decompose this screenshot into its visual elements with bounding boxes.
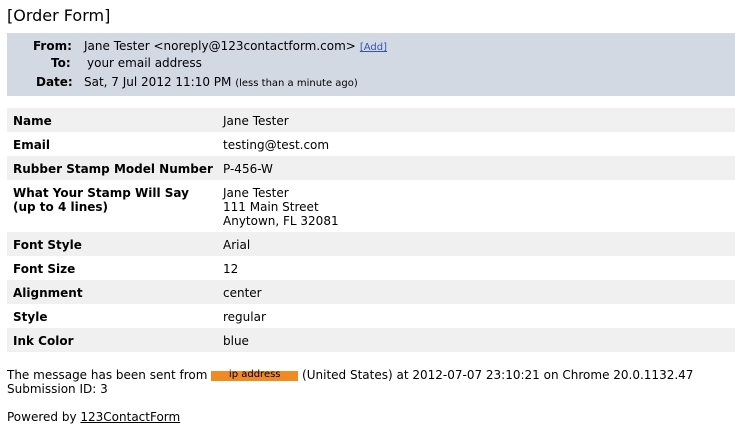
field-name: Alignment [13,286,83,300]
from-address: Jane Tester <noreply@123contactform.com> [84,39,356,53]
field-value: center [223,286,262,300]
sent-prefix: The message has been sent from [7,368,208,382]
field-value: Jane Tester 111 Main Street Anytown, FL … [223,186,339,228]
date-label: Date: [36,75,73,89]
powered-by: Powered by 123ContactForm [7,410,180,424]
from-row: From: Jane Tester <noreply@123contactfor… [7,39,735,56]
ip-address-badge: ip address [211,370,299,381]
from-value: Jane Tester <noreply@123contactform.com>… [84,39,387,53]
field-value: testing@test.com [223,138,330,152]
field-name: Name [13,114,52,128]
field-name: Email [13,138,51,152]
field-name: Style [13,310,48,324]
field-value: Arial [223,238,251,252]
field-value: regular [223,310,266,324]
field-row: Ink Color blue [7,328,735,352]
powered-prefix: Powered by [7,410,77,424]
field-value: Jane Tester [223,114,289,128]
field-name: What Your Stamp Will Say (up to 4 lines) [13,186,189,214]
field-row: Style regular [7,304,735,328]
date-value: Sat, 7 Jul 2012 11:10 PM (less than a mi… [84,75,358,89]
to-label: To: [51,56,71,70]
powered-by-link[interactable]: 123ContactForm [80,410,180,424]
date-row: Date: Sat, 7 Jul 2012 11:10 PM (less tha… [7,75,735,92]
field-name: Ink Color [13,334,74,348]
field-name: Rubber Stamp Model Number [13,162,213,176]
field-row: Email testing@test.com [7,132,735,156]
field-row: Font Style Arial [7,232,735,256]
to-value: your email address [87,56,202,70]
field-row: Name Jane Tester [7,108,735,132]
sent-info: The message has been sent from ip addres… [7,368,693,382]
from-label: From: [33,39,72,53]
add-contact-link[interactable]: [Add] [360,42,387,53]
field-row: Font Size 12 [7,256,735,280]
date-text: Sat, 7 Jul 2012 11:10 PM [84,75,232,89]
email-header: From: Jane Tester <noreply@123contactfor… [7,33,735,96]
to-row: To: your email address [7,56,735,73]
field-row: What Your Stamp Will Say (up to 4 lines)… [7,180,735,232]
form-fields-table: Name Jane Tester Email testing@test.com Rubb… [7,108,735,352]
field-row: Alignment center [7,280,735,304]
field-name: Font Size [13,262,76,276]
date-relative: (less than a minute ago) [235,78,358,89]
field-value: blue [223,334,249,348]
email-subject: [Order Form] [7,6,111,25]
field-value: P-456-W [223,162,273,176]
submission-id: Submission ID: 3 [7,382,108,396]
sent-suffix: (United States) at 2012-07-07 23:10:21 o… [302,368,694,382]
field-name: Font Style [13,238,82,252]
field-row: Rubber Stamp Model Number P-456-W [7,156,735,180]
field-value: 12 [223,262,239,276]
